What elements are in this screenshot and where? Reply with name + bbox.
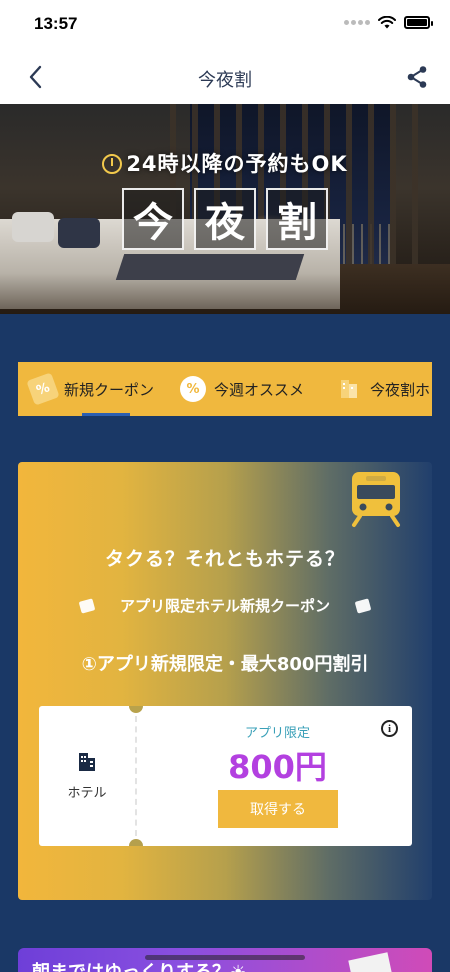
hero-banner: 24時以降の予約もOK 今 夜 割 bbox=[0, 104, 450, 314]
coupon-description: ①アプリ新規限定・最大800円割引 bbox=[81, 654, 369, 675]
page-title: 今夜割 bbox=[198, 70, 252, 91]
ticket-category: ホテル bbox=[39, 706, 135, 846]
share-icon bbox=[407, 66, 427, 88]
tab-weekly-recommend[interactable]: % 今週オススメ bbox=[180, 362, 304, 416]
hero-title-char: 夜 bbox=[194, 188, 256, 250]
get-coupon-button[interactable]: 取得する bbox=[218, 790, 338, 828]
status-time: 13:57 bbox=[34, 14, 78, 33]
coupon-tag-icon: % bbox=[26, 372, 60, 406]
train-icon bbox=[352, 472, 400, 527]
info-icon[interactable]: i bbox=[381, 720, 398, 737]
coupon-tag-icon bbox=[78, 598, 96, 614]
status-bar: 13:57 bbox=[0, 0, 450, 50]
ticket-perforation bbox=[135, 716, 137, 836]
coupon-tag-icon bbox=[354, 598, 372, 614]
main-content: % 新規クーポン % 今週オススメ 今夜割ホ タクる？それともホテる？ アプリ限… bbox=[0, 314, 450, 972]
home-indicator bbox=[145, 955, 305, 960]
app-limited-label: アプリ限定 bbox=[244, 726, 310, 741]
coupon-heading: タクる？それともホテる？ bbox=[104, 548, 345, 570]
hotel-building-icon bbox=[336, 376, 362, 402]
status-icons bbox=[344, 16, 433, 29]
ticket-category-label: ホテル bbox=[67, 785, 107, 801]
ticket-details: アプリ限定 800円 取得する bbox=[143, 706, 412, 846]
wifi-icon bbox=[378, 16, 396, 29]
tab-new-coupon[interactable]: % 新規クーポン bbox=[26, 362, 155, 416]
coupon-ticket: ホテル アプリ限定 800円 取得する i bbox=[39, 706, 412, 846]
cellular-signal-icon bbox=[344, 20, 370, 25]
hero-title-char: 今 bbox=[122, 188, 184, 250]
coupon-subtitle: アプリ限定ホテル新規クーポン bbox=[18, 595, 432, 616]
category-tabs: % 新規クーポン % 今週オススメ 今夜割ホ bbox=[18, 362, 432, 416]
hero-title: 今 夜 割 bbox=[0, 188, 450, 250]
next-campaign-text: 朝まではゆっくりする？☀ bbox=[32, 958, 246, 972]
next-campaign-banner[interactable]: 朝まではゆっくりする？☀ bbox=[18, 948, 432, 972]
battery-icon bbox=[404, 16, 433, 29]
hero-subtitle: 24時以降の予約もOK bbox=[0, 148, 450, 178]
hotel-building-icon bbox=[79, 752, 95, 771]
coupon-card: タクる？それともホテる？ アプリ限定ホテル新規クーポン ①アプリ新規限定・最大8… bbox=[18, 462, 432, 900]
navigation-bar: 今夜割 bbox=[0, 50, 450, 104]
coupon-price: 800円 bbox=[228, 748, 327, 786]
tab-label: 今週オススメ bbox=[214, 380, 305, 399]
percent-badge-icon: % bbox=[180, 376, 206, 402]
clock-icon bbox=[102, 154, 123, 174]
tab-selected-indicator bbox=[82, 413, 130, 416]
tab-tonight-hotel[interactable]: 今夜割ホ bbox=[336, 362, 430, 416]
share-button[interactable] bbox=[402, 62, 432, 92]
tab-label: 今夜割ホ bbox=[370, 380, 431, 399]
hero-title-char: 割 bbox=[266, 188, 328, 250]
tab-label: 新規クーポン bbox=[64, 380, 155, 399]
